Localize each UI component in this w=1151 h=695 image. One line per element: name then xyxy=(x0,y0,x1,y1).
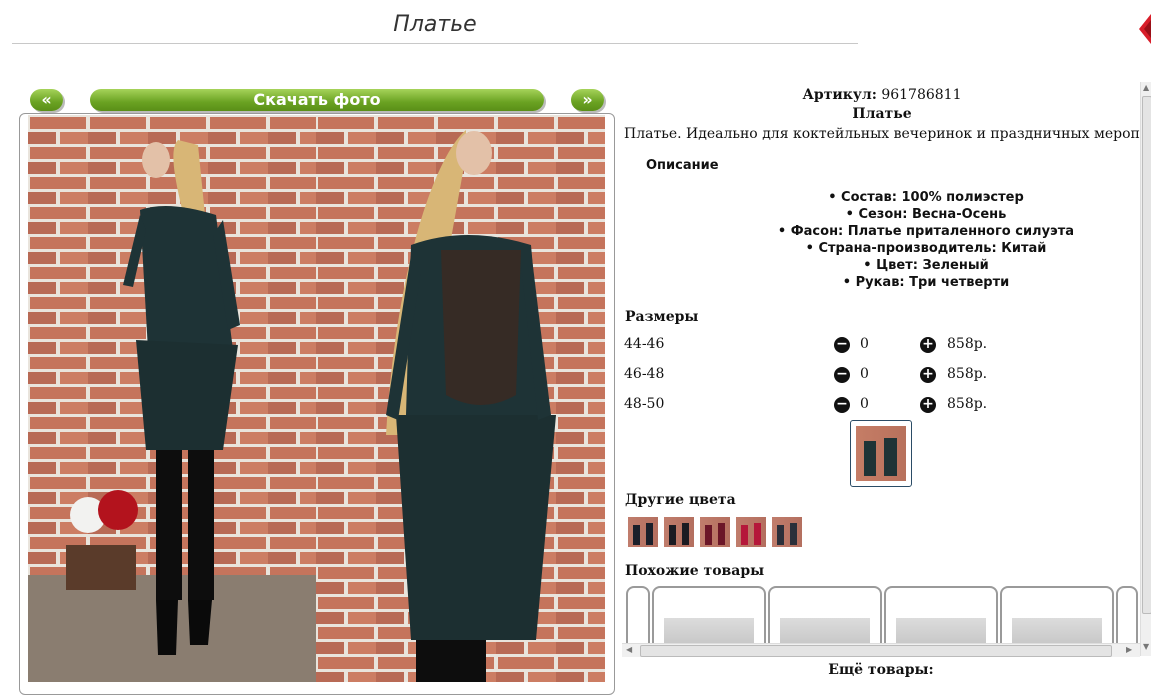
sizes-heading: Размеры xyxy=(625,309,699,325)
size-label: 44-46 xyxy=(624,336,665,352)
size-qty: 0 xyxy=(860,336,869,352)
size-row: 44-46 − 0 + 858р. xyxy=(624,336,1124,356)
minus-circle-icon[interactable]: − xyxy=(834,337,850,353)
scroll-left-icon[interactable]: ◀ xyxy=(626,645,632,654)
color-swatch[interactable] xyxy=(700,517,730,547)
next-photo-button[interactable]: » xyxy=(571,89,604,111)
property-item: Состав: 100% полиэстер xyxy=(622,189,1142,206)
article-label: Артикул: xyxy=(802,87,877,103)
download-photo-button[interactable]: Скачать фото xyxy=(90,89,544,111)
minus-circle-icon[interactable]: − xyxy=(834,367,850,383)
product-info-panel: Артикул: 961786811 Платье Платье. Идеаль… xyxy=(622,82,1142,657)
color-swatch[interactable] xyxy=(628,517,658,547)
close-icon[interactable] xyxy=(1133,14,1151,44)
size-qty: 0 xyxy=(860,396,869,412)
size-label: 48-50 xyxy=(624,396,665,412)
property-item: Фасон: Платье приталенного силуэта xyxy=(622,223,1142,240)
description-heading: Описание xyxy=(646,158,719,173)
product-photo-back xyxy=(316,115,605,682)
prev-photo-button[interactable]: « xyxy=(30,89,63,111)
scroll-up-icon[interactable]: ▲ xyxy=(1143,83,1149,92)
property-item: Рукав: Три четверти xyxy=(622,274,1142,291)
product-name: Платье xyxy=(852,106,912,122)
size-row: 46-48 − 0 + 858р. xyxy=(624,366,1124,386)
article-value: 961786811 xyxy=(881,87,962,103)
product-photo-front xyxy=(28,115,316,682)
article-line: Артикул: 961786811 xyxy=(622,87,1142,103)
size-price: 858р. xyxy=(947,336,988,352)
similar-products-heading: Похожие товары xyxy=(625,563,765,579)
size-label: 46-48 xyxy=(624,366,665,382)
properties-list: Состав: 100% полиэстер Сезон: Весна-Осен… xyxy=(622,189,1142,291)
product-description: Платье. Идеально для коктейльных вечерин… xyxy=(624,126,1142,142)
other-colors-heading: Другие цвета xyxy=(625,492,736,508)
property-item: Цвет: Зеленый xyxy=(622,257,1142,274)
property-item: Сезон: Весна-Осень xyxy=(622,206,1142,223)
size-price: 858р. xyxy=(947,366,988,382)
size-price: 858р. xyxy=(947,396,988,412)
plus-circle-icon[interactable]: + xyxy=(920,397,936,413)
plus-circle-icon[interactable]: + xyxy=(920,367,936,383)
horizontal-scrollbar[interactable]: ◀ ▶ xyxy=(622,643,1140,657)
title-divider xyxy=(12,43,858,44)
color-swatch[interactable] xyxy=(736,517,766,547)
property-item: Страна-производитель: Китай xyxy=(622,240,1142,257)
more-products-label: Ещё товары: xyxy=(828,662,934,678)
scroll-down-icon[interactable]: ▼ xyxy=(1143,642,1149,651)
color-swatch[interactable] xyxy=(664,517,694,547)
horizontal-scroll-thumb[interactable] xyxy=(640,645,1112,657)
color-swatch[interactable] xyxy=(772,517,802,547)
minus-circle-icon[interactable]: − xyxy=(834,397,850,413)
scroll-right-icon[interactable]: ▶ xyxy=(1126,645,1132,654)
size-row: 48-50 − 0 + 858р. xyxy=(624,396,1124,416)
plus-circle-icon[interactable]: + xyxy=(920,337,936,353)
vertical-scrollbar[interactable]: ▲ ▼ xyxy=(1140,82,1151,656)
page-title: Платье xyxy=(393,12,477,37)
current-color-thumbnail[interactable] xyxy=(850,420,912,487)
vertical-scroll-thumb[interactable] xyxy=(1142,96,1151,614)
size-qty: 0 xyxy=(860,366,869,382)
